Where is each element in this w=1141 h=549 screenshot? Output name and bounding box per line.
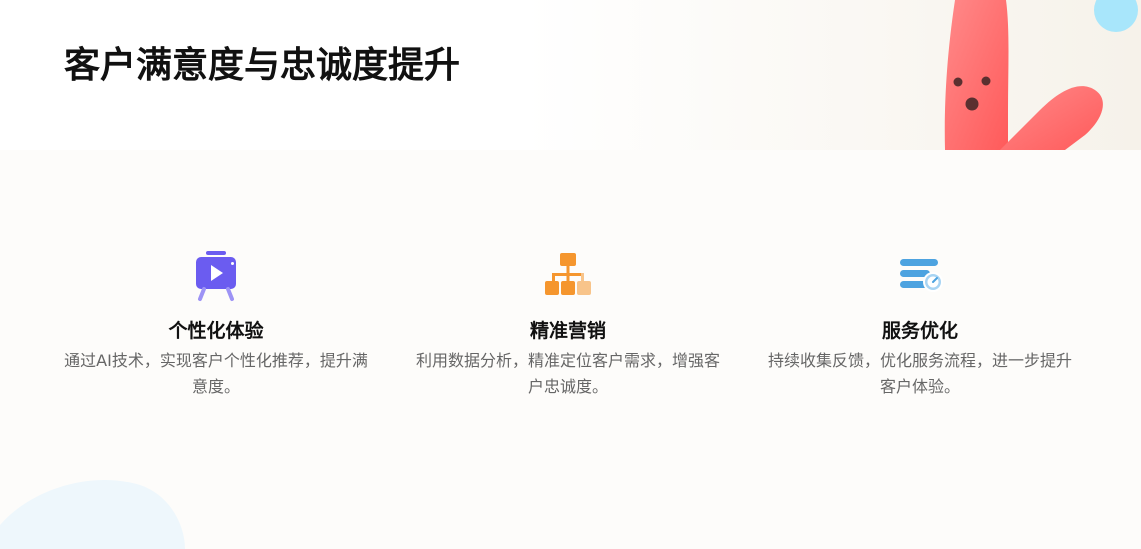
feature-description: 通过AI技术，实现客户个性化推荐，提升满意度。 [64,351,368,396]
feature-card-personalization: 个性化体验 通过AI技术，实现客户个性化推荐，提升满意度。 [56,248,376,400]
feature-list: 个性化体验 通过AI技术，实现客户个性化推荐，提升满意度。 精准营销 利用数据分… [0,248,1141,428]
header-banner: 客户满意度与忠诚度提升 [0,0,1141,150]
feature-title: 精准营销 [529,320,606,342]
feature-title: 个性化体验 [168,320,264,342]
page-title: 客户满意度与忠诚度提升 [64,45,461,86]
feature-card-service-optimization: 服务优化 持续收集反馈，优化服务流程，进一步提升客户体验。 [760,248,1080,400]
feature-description: 利用数据分析，精准定位客户需求，增强客户忠诚度。 [415,351,720,396]
server-gauge-icon [900,259,943,292]
presentation-play-icon [196,251,236,301]
feature-description: 持续收集反馈，优化服务流程，进一步提升客户体验。 [767,351,1072,396]
feature-title: 服务优化 [881,320,958,342]
feature-card-precision-marketing: 精准营销 利用数据分析，精准定位客户需求，增强客户忠诚度。 [408,248,728,400]
decorative-blob [0,479,185,549]
org-chart-icon [545,253,591,295]
